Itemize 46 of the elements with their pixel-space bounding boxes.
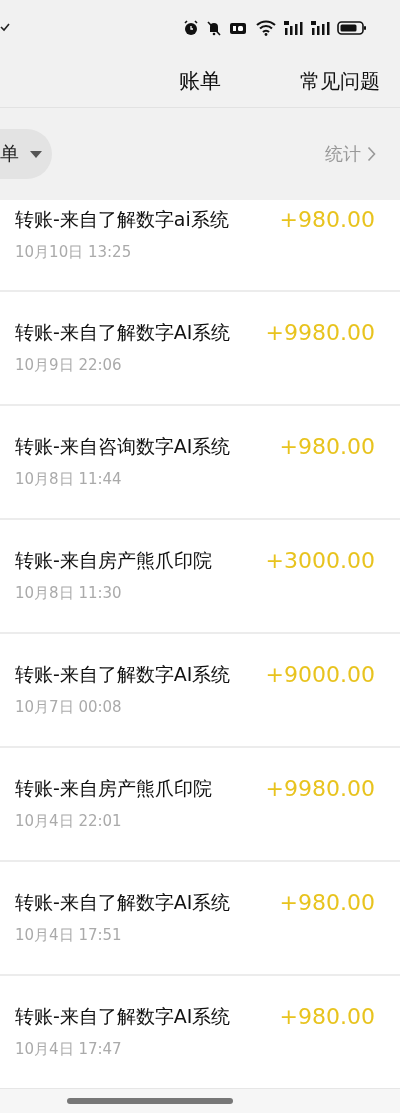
alarm-icon — [183, 19, 199, 36]
transaction-row[interactable]: 转账-来自了解数字AI系统 10月4日 17:51 +980.00 — [0, 862, 400, 974]
transaction-row[interactable]: 转账-来自房产熊爪印院 10月4日 22:01 +9980.00 — [0, 748, 400, 860]
transaction-amount: +980.00 — [279, 890, 375, 915]
transaction-amount: +9980.00 — [265, 776, 375, 801]
transaction-date: 10月7日 00:08 — [15, 698, 123, 717]
transaction-title: 转账-来自房产熊爪印院 — [15, 548, 212, 573]
signal-icon — [283, 19, 303, 36]
transaction-title: 转账-来自了解数字AI系统 — [15, 890, 231, 915]
transaction-amount: +3000.00 — [265, 548, 375, 573]
transaction-date: 10月4日 22:01 — [15, 812, 123, 831]
check-icon — [0, 21, 10, 32]
transaction-title: 转账-来自咨询数字AI系统 — [15, 434, 231, 459]
faq-link[interactable]: 常见问题 — [300, 67, 380, 95]
transaction-date: 10月4日 17:51 — [15, 926, 123, 945]
transaction-date: 10月4日 17:47 — [15, 1040, 123, 1059]
page-title: 账单 — [179, 68, 221, 95]
transaction-row[interactable]: 转账-来自房产熊爪印院 10月8日 11:30 +3000.00 — [0, 520, 400, 632]
wifi-icon — [256, 19, 276, 36]
transaction-date: 10月8日 11:44 — [15, 470, 123, 489]
battery-icon — [337, 19, 367, 36]
transaction-date: 10月9日 22:06 — [15, 356, 123, 375]
transaction-row[interactable]: 转账-来自了解数字AI系统 10月7日 00:08 +9000.00 — [0, 634, 400, 746]
transaction-row[interactable]: 转账-来自了解数字AI系统 10月9日 22:06 +9980.00 — [0, 292, 400, 404]
transaction-title: 转账-来自房产熊爪印院 — [15, 776, 212, 801]
chevron-right-icon — [367, 146, 376, 162]
transaction-row[interactable]: 转账-来自了解数字AI系统 10月4日 17:47 +980.00 — [0, 976, 400, 1088]
transaction-date: 10月10日 13:25 — [15, 243, 133, 262]
transaction-title: 转账-来自了解数字AI系统 — [15, 662, 231, 687]
transaction-row[interactable]: 转账-来自了解数字ai系统 10月10日 13:25 +980.00 — [0, 200, 400, 290]
transaction-amount: +980.00 — [279, 434, 375, 459]
transaction-title: 转账-来自了解数字AI系统 — [15, 320, 231, 345]
bill-type-dropdown[interactable]: 单 — [0, 129, 52, 179]
muted-bell-icon — [206, 19, 222, 36]
home-indicator[interactable] — [67, 1098, 233, 1104]
hd-icon — [229, 20, 249, 35]
transaction-amount: +980.00 — [279, 207, 375, 232]
transaction-date: 10月8日 11:30 — [15, 584, 123, 603]
transaction-amount: +980.00 — [279, 1004, 375, 1029]
caret-icon — [29, 149, 43, 159]
transaction-row[interactable]: 转账-来自咨询数字AI系统 10月8日 11:44 +980.00 — [0, 406, 400, 518]
transaction-amount: +9000.00 — [265, 662, 375, 687]
signal-icon — [310, 19, 330, 36]
transaction-title: 转账-来自了解数字ai系统 — [15, 207, 229, 232]
transaction-amount: +9980.00 — [265, 320, 375, 345]
transaction-title: 转账-来自了解数字AI系统 — [15, 1004, 231, 1029]
